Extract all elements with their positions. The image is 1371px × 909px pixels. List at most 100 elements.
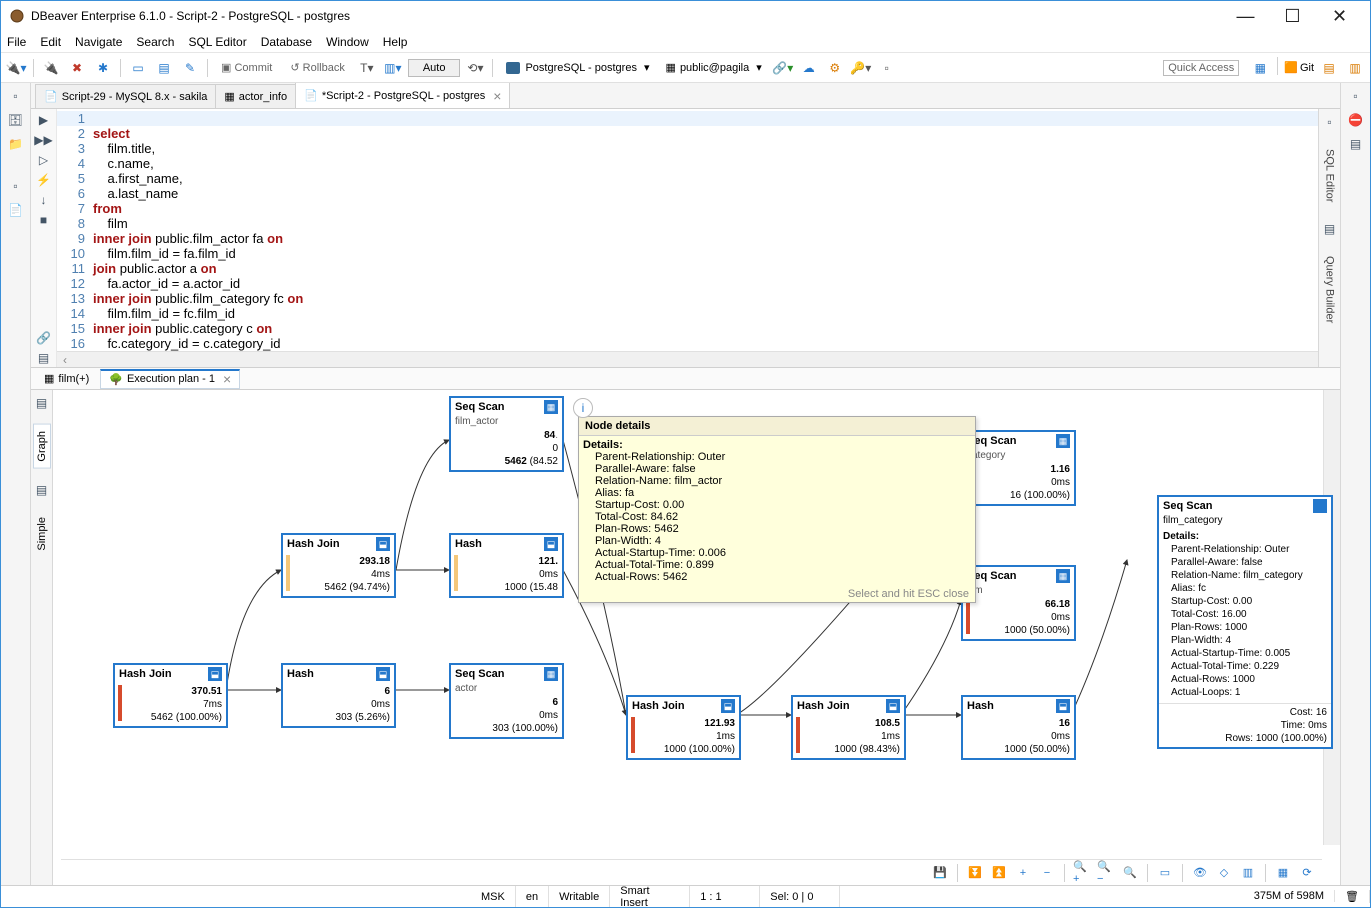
graph-icon[interactable]: ▤ xyxy=(33,394,51,412)
plan-node-seq-scan-film[interactable]: Seq Scan▦ film 66.180ms1000 (50.00%) xyxy=(961,565,1076,641)
minimize-button[interactable]: — xyxy=(1223,2,1268,30)
editor-tab-actor-info[interactable]: ▦ actor_info xyxy=(215,84,296,108)
plan-node-seq-scan-actor[interactable]: Seq Scan▦ actor 60ms303 (100.00%) xyxy=(449,663,564,739)
execute-new-tab-icon[interactable]: ▷ xyxy=(35,151,53,169)
explain-icon[interactable]: ⚡ xyxy=(35,171,53,189)
tx-log-icon[interactable]: ▥▾ xyxy=(382,57,404,79)
eye-icon[interactable]: 👁 xyxy=(1191,864,1209,882)
disconnect-icon[interactable]: ✖ xyxy=(66,57,88,79)
stop-icon[interactable]: ■ xyxy=(35,211,53,229)
quick-access-field[interactable]: Quick Access xyxy=(1163,60,1239,76)
collapse-icon[interactable]: ⏬ xyxy=(966,864,984,882)
close-icon[interactable]: × xyxy=(493,88,501,104)
refresh-icon[interactable]: ⟳ xyxy=(1298,864,1316,882)
menu-file[interactable]: File xyxy=(7,35,26,49)
menu-search[interactable]: Search xyxy=(136,35,174,49)
result-tab-film[interactable]: ▦ film(+) xyxy=(35,369,98,389)
graph-vtab[interactable]: Graph xyxy=(33,424,51,469)
plan-node-hash-join-1[interactable]: Hash Join⬓ 293.184ms5462 (94.74%) xyxy=(281,533,396,598)
plan-node-hash-join-3[interactable]: Hash Join⬓ 108.51ms1000 (98.43%) xyxy=(791,695,906,760)
perspective-icon[interactable]: ▦ xyxy=(1249,57,1271,79)
plan-node-seq-scan-category[interactable]: Seq Scan▦ category 1.160ms16 (100.00%) xyxy=(961,430,1076,506)
zoom-in-icon[interactable]: 🔍+ xyxy=(1073,864,1091,882)
cloud-icon[interactable]: ☁ xyxy=(798,57,820,79)
menu-sql-editor[interactable]: SQL Editor xyxy=(188,35,246,49)
filter-icon[interactable]: ◇ xyxy=(1215,864,1233,882)
maximize-button[interactable]: ☐ xyxy=(1270,2,1315,30)
simple-vtab[interactable]: Simple xyxy=(34,511,50,557)
plan-node-hash-2[interactable]: Hash⬓ 121.0ms1000 (15.48 xyxy=(449,533,564,598)
refresh-all-icon[interactable]: ✱ xyxy=(92,57,114,79)
query-builder-vtab[interactable]: Query Builder xyxy=(1322,250,1338,329)
tree-icon[interactable]: ▥ xyxy=(1239,864,1257,882)
status-memory[interactable]: 375M of 598M xyxy=(1244,890,1335,902)
sql-line: 11join public.actor a on xyxy=(57,261,1340,276)
new-script-icon[interactable]: ✎ xyxy=(179,57,201,79)
menu-edit[interactable]: Edit xyxy=(40,35,61,49)
persp-db-icon[interactable]: ▤ xyxy=(1318,57,1340,79)
tx-mode-icon[interactable]: T▾ xyxy=(356,57,378,79)
panel-icon[interactable]: ▤ xyxy=(35,349,53,367)
node-detail-panel[interactable]: Seq Scan film_category Details: Parent-R… xyxy=(1157,495,1333,749)
editor-tab-script2[interactable]: 📄 *Script-2 - PostgreSQL - postgres × xyxy=(295,83,510,108)
minus-icon[interactable]: − xyxy=(1038,864,1056,882)
git-perspective[interactable]: 🟧Git xyxy=(1284,57,1314,79)
plan-node-seq-scan-film-actor[interactable]: Seq Scan▦ film_actor 84.05462 (84.52 xyxy=(449,396,564,472)
datasource-selector[interactable]: PostgreSQL - postgres ▾ xyxy=(499,57,655,79)
sql-editor-icon[interactable]: ▭ xyxy=(127,57,149,79)
plan-node-hash-join-2[interactable]: Hash Join⬓ 121.931ms1000 (100.00%) xyxy=(626,695,741,760)
execute-icon[interactable]: ▶ xyxy=(35,111,53,129)
bookmarks-icon[interactable]: ▤ xyxy=(1347,135,1365,153)
rollback-button[interactable]: ↺ Rollback xyxy=(283,57,351,79)
layout1-icon[interactable]: ▭ xyxy=(1156,864,1174,882)
zoom-fit-icon[interactable]: 🔍 xyxy=(1121,864,1139,882)
grid-icon[interactable]: ▦ xyxy=(1274,864,1292,882)
trash-icon[interactable]: 🗑 xyxy=(1335,890,1370,903)
plus-icon[interactable]: + xyxy=(1014,864,1032,882)
plan-node-hash-1[interactable]: Hash⬓ 60ms303 (5.26%) xyxy=(281,663,396,728)
info-icon[interactable]: i xyxy=(573,398,593,418)
menu-window[interactable]: Window xyxy=(326,35,369,49)
sql-editor-vtab[interactable]: SQL Editor xyxy=(1322,143,1338,208)
execute-script-icon[interactable]: ▶▶ xyxy=(35,131,53,149)
outline-icon[interactable]: 📄 xyxy=(7,201,25,219)
builder-icon[interactable]: ▤ xyxy=(1321,220,1339,238)
history-icon[interactable]: ⟲▾ xyxy=(464,57,486,79)
sql-text-area[interactable]: 12select3 film.title,4 c.name,5 a.first_… xyxy=(57,109,1340,367)
save-plan-icon[interactable]: 💾 xyxy=(931,864,949,882)
db-navigator-icon[interactable]: 🗄 xyxy=(7,111,25,129)
commit-button[interactable]: ▣ Commit xyxy=(214,57,279,79)
link-icon[interactable]: 🔗▾ xyxy=(772,57,794,79)
restore-view2-icon[interactable]: ▫ xyxy=(7,177,25,195)
task-icon[interactable]: ▫ xyxy=(876,57,898,79)
editor-tab-script29[interactable]: 📄 Script-29 - MySQL 8.x - sakila xyxy=(35,84,216,108)
plan-node-hash-3[interactable]: Hash⬓ 160ms1000 (50.00%) xyxy=(961,695,1076,760)
projects-icon[interactable]: 📁 xyxy=(7,135,25,153)
menu-navigate[interactable]: Navigate xyxy=(75,35,122,49)
menu-help[interactable]: Help xyxy=(383,35,408,49)
new-conn-icon[interactable]: 🔌▾ xyxy=(5,57,27,79)
close-button[interactable]: ✕ xyxy=(1317,2,1362,30)
simple-icon[interactable]: ▤ xyxy=(33,481,51,499)
load-icon[interactable]: ↓ xyxy=(35,191,53,209)
restore-right-icon[interactable]: ▫ xyxy=(1347,87,1365,105)
persp-other-icon[interactable]: ▥ xyxy=(1344,57,1366,79)
link-editor-icon[interactable]: 🔗 xyxy=(35,329,53,347)
auto-commit-button[interactable]: Auto xyxy=(408,59,461,77)
expand-icon[interactable]: ⏫ xyxy=(990,864,1008,882)
plan-canvas[interactable]: Seq Scan▦ film_actor 84.05462 (84.52 i H… xyxy=(61,390,1322,845)
zoom-out-icon[interactable]: 🔍− xyxy=(1097,864,1115,882)
schema-selector[interactable]: ▦ public@pagila ▾ xyxy=(660,57,768,79)
mock-icon[interactable]: ⚙ xyxy=(824,57,846,79)
menu-database[interactable]: Database xyxy=(261,35,312,49)
sql-console-icon[interactable]: ▤ xyxy=(153,57,175,79)
error-log-icon[interactable]: ⛔ xyxy=(1347,111,1365,129)
key-icon[interactable]: 🔑▾ xyxy=(850,57,872,79)
plan-node-hash-join-root[interactable]: Hash Join⬓ 370.517ms5462 (100.00%) xyxy=(113,663,228,728)
restore-view-icon[interactable]: ▫ xyxy=(7,87,25,105)
horizontal-scrollbar[interactable]: ‹› xyxy=(57,351,1340,367)
plug-icon[interactable]: 🔌 xyxy=(40,57,62,79)
result-tab-execution-plan[interactable]: 🌳 Execution plan - 1 × xyxy=(100,369,240,389)
close-icon[interactable]: × xyxy=(223,371,231,387)
restore-side-icon[interactable]: ▫ xyxy=(1321,113,1339,131)
